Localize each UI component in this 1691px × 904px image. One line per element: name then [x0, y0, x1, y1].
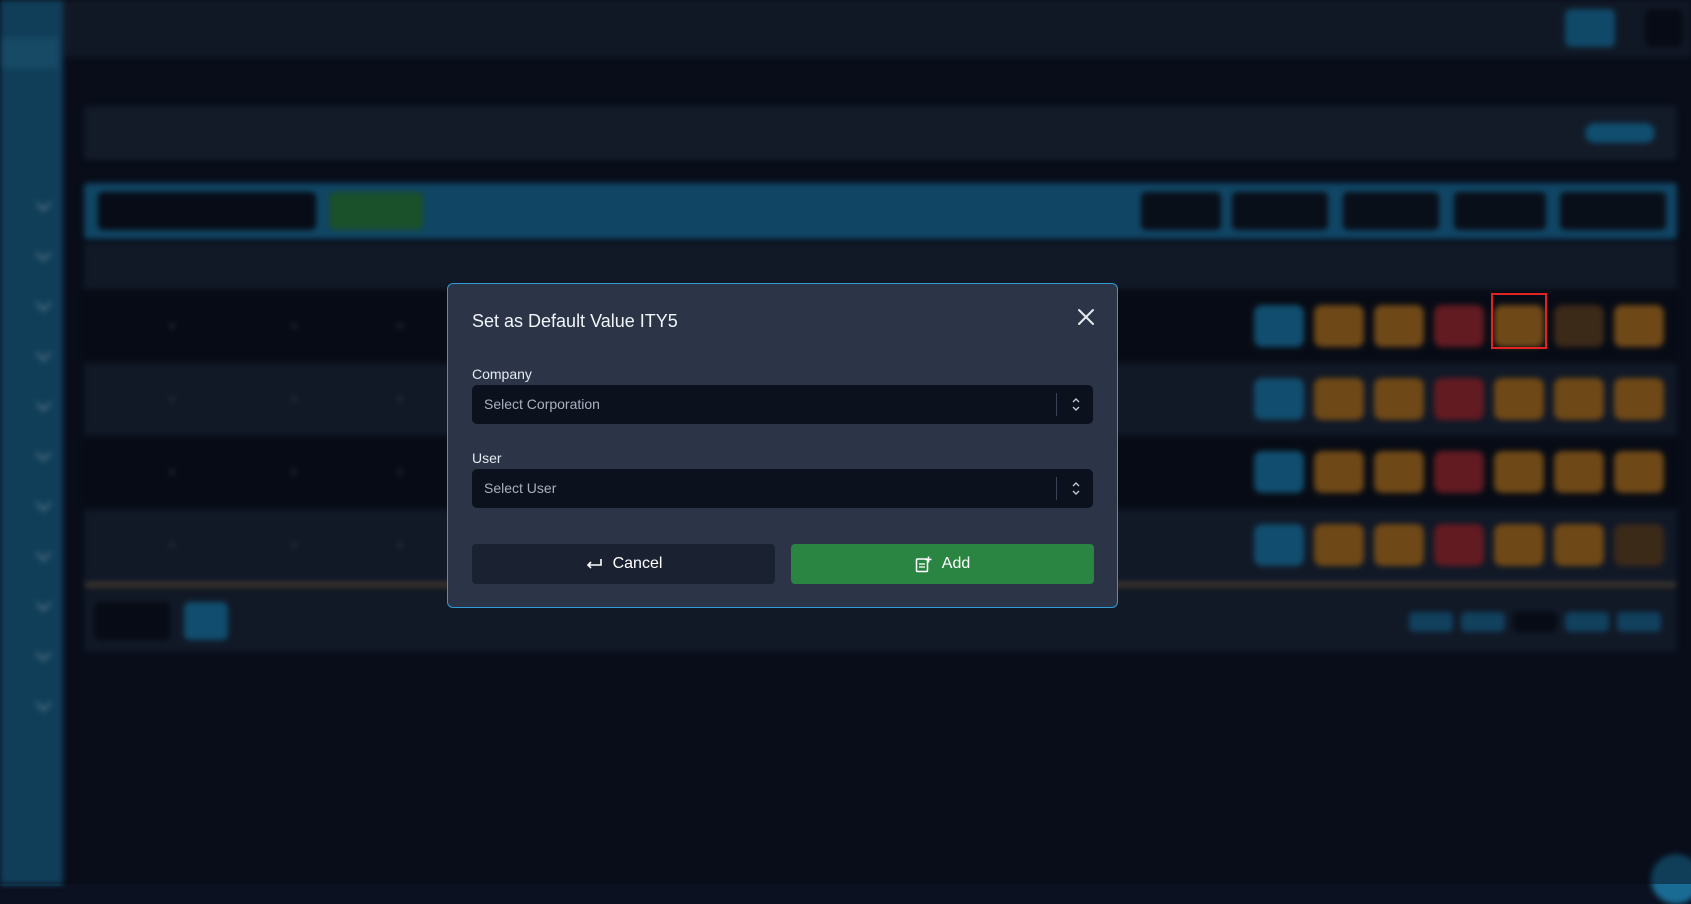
add-label: Add — [941, 555, 971, 572]
company-select-value: Select Corporation — [484, 396, 600, 412]
select-divider — [1056, 477, 1057, 500]
company-select[interactable]: Select Corporation — [472, 385, 1093, 424]
target-highlight-box — [1491, 293, 1547, 349]
user-select[interactable]: Select User — [472, 469, 1093, 508]
default-value-modal: Set as Default Value ITY5 Company Select… — [447, 283, 1118, 608]
modal-title: Set as Default Value ITY5 — [472, 311, 678, 331]
add-document-icon — [915, 556, 932, 572]
close-icon[interactable] — [1075, 306, 1097, 328]
cancel-button[interactable]: Cancel — [472, 544, 775, 584]
company-label: Company — [472, 366, 532, 382]
select-caret-icon — [1072, 482, 1080, 495]
cancel-label: Cancel — [612, 555, 663, 572]
user-select-value: Select User — [484, 480, 557, 496]
select-caret-icon — [1072, 398, 1080, 411]
return-arrow-icon — [586, 559, 602, 569]
add-button[interactable]: Add — [791, 544, 1094, 584]
user-label: User — [472, 450, 502, 466]
select-divider — [1056, 393, 1057, 416]
